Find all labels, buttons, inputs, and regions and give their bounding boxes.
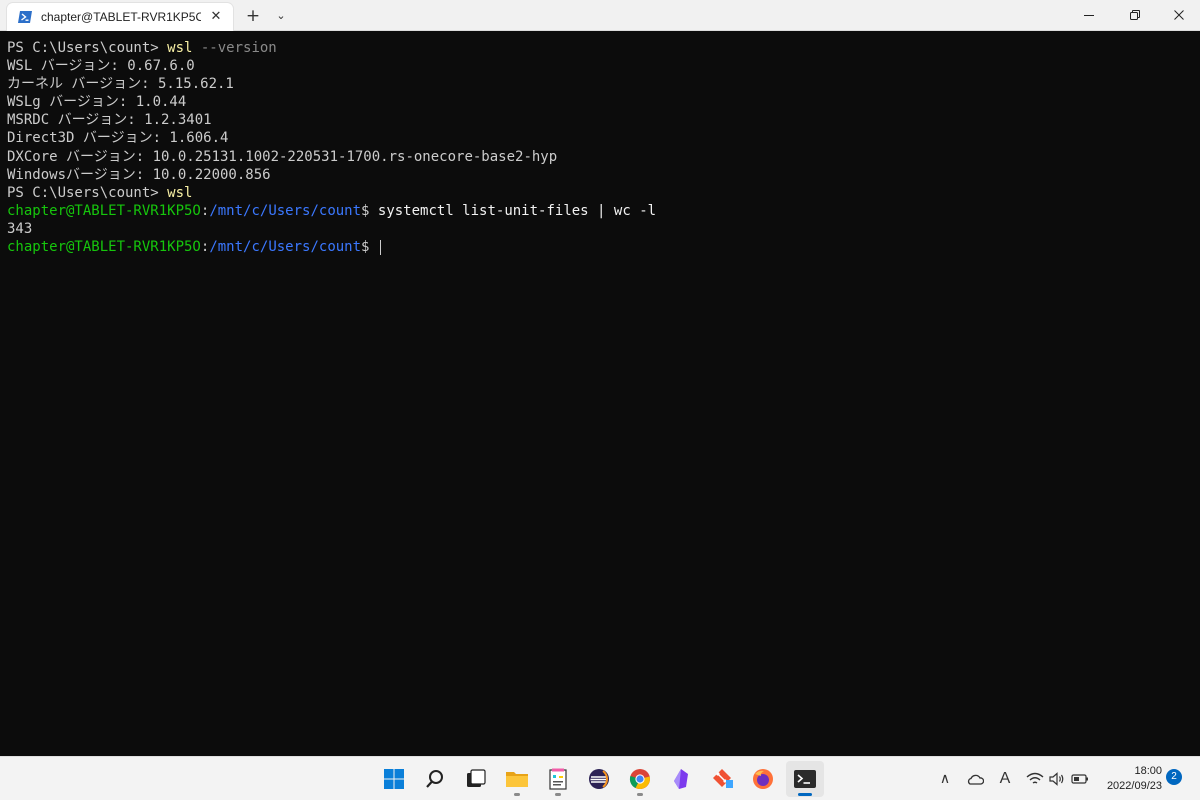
- taskbar-app-chrome[interactable]: [621, 761, 659, 797]
- clock[interactable]: 18:00 2022/09/23: [1096, 764, 1162, 794]
- taskbar-app-git[interactable]: [703, 761, 741, 797]
- cloud-icon: [967, 774, 984, 785]
- terminal-line: chapter@TABLET-RVR1KP5O:/mnt/c/Users/cou…: [7, 202, 656, 220]
- terminal-line: chapter@TABLET-RVR1KP5O:/mnt/c/Users/cou…: [7, 238, 656, 256]
- terminal-line: PS C:\Users\count> wsl --version: [7, 39, 656, 57]
- command-input[interactable]: [369, 239, 377, 255]
- taskbar-app-obsidian[interactable]: [662, 761, 700, 797]
- running-indicator: [555, 793, 561, 796]
- firefox-icon: [753, 769, 773, 789]
- taskbar-app-file-explorer[interactable]: [498, 761, 536, 797]
- start-button[interactable]: [375, 761, 413, 797]
- show-hidden-icons-button[interactable]: ∧: [934, 768, 956, 790]
- minimize-icon: [1084, 15, 1094, 16]
- command: wsl: [167, 184, 193, 201]
- wifi-icon-glyph: [1026, 772, 1044, 784]
- command: systemctl list-unit-files | wc -l: [369, 202, 657, 219]
- search-icon: [426, 770, 443, 788]
- terminal-icon: [794, 770, 816, 788]
- notepad-icon: [549, 768, 567, 790]
- git-icon: [713, 769, 733, 788]
- volume-icon[interactable]: [1046, 768, 1068, 790]
- clock-date: 2022/09/23: [1106, 780, 1162, 792]
- onedrive-icon[interactable]: [964, 768, 986, 790]
- terminal-line: MSRDC バージョン: 1.2.3401: [7, 112, 212, 129]
- search-button[interactable]: [416, 761, 454, 797]
- taskbar: ∧ A 18:00 2022/09/23 2: [0, 756, 1200, 800]
- speaker-icon: [1049, 772, 1064, 786]
- clock-time: 18:00: [1134, 765, 1162, 777]
- terminal-line: WSLg バージョン: 1.0.44: [7, 94, 187, 111]
- close-icon: [1174, 10, 1184, 20]
- terminal-line: Direct3D バージョン: 1.606.4: [7, 130, 229, 147]
- ps-prompt: PS C:\Users\count>: [7, 184, 168, 201]
- command: wsl: [167, 40, 193, 56]
- text-cursor: [379, 239, 381, 255]
- minimize-button[interactable]: [1066, 0, 1112, 30]
- taskbar-app-notepad[interactable]: [539, 761, 577, 797]
- taskbar-app-eclipse[interactable]: [580, 761, 618, 797]
- obsidian-icon: [674, 769, 688, 789]
- task-view-button[interactable]: [457, 761, 495, 797]
- ime-indicator[interactable]: A: [994, 768, 1016, 790]
- close-tab-icon[interactable]: ✕: [207, 8, 225, 26]
- close-window-button[interactable]: [1156, 0, 1200, 30]
- shell-path: /mnt/c/Users/count: [209, 202, 362, 219]
- shell-user-host: chapter@TABLET-RVR1KP5O: [7, 239, 201, 256]
- chevron-down-icon[interactable]: ⌄: [270, 3, 292, 29]
- terminal-line: Windowsバージョン: 10.0.22000.856: [7, 166, 271, 183]
- taskbar-app-firefox[interactable]: [744, 761, 782, 797]
- terminal-line: 343: [7, 220, 33, 237]
- chrome-icon: [629, 769, 650, 790]
- terminal-line: DXCore バージョン: 10.0.25131.1002-220531-170…: [7, 148, 558, 165]
- shell-path: /mnt/c/Users/count: [209, 239, 362, 256]
- battery-icon[interactable]: [1069, 768, 1091, 790]
- command-argument: --version: [192, 40, 277, 56]
- wifi-icon[interactable]: [1024, 768, 1046, 790]
- shell-user-host: chapter@TABLET-RVR1KP5O: [7, 202, 201, 219]
- eclipse-icon: [589, 769, 609, 789]
- file-explorer-icon: [506, 772, 528, 787]
- start-icon: [384, 769, 404, 789]
- restore-icon: [1130, 10, 1140, 20]
- title-bar: chapter@TABLET-RVR1KP5O: / ✕ + ⌄: [0, 0, 1200, 31]
- terminal-line: WSL バージョン: 0.67.6.0: [7, 58, 195, 75]
- running-indicator: [514, 793, 520, 796]
- taskbar-app-terminal[interactable]: [786, 761, 824, 797]
- running-indicator: [637, 793, 643, 796]
- battery-icon-glyph: [1071, 774, 1088, 784]
- terminal-line: PS C:\Users\count> wsl: [7, 184, 656, 202]
- tab-terminal[interactable]: chapter@TABLET-RVR1KP5O: / ✕: [7, 3, 233, 31]
- restore-button[interactable]: [1112, 0, 1158, 30]
- terminal-output[interactable]: PS C:\Users\count> wsl --version WSL バージ…: [0, 31, 1200, 756]
- notification-badge[interactable]: 2: [1166, 769, 1182, 785]
- running-indicator: [798, 793, 812, 796]
- tab-title: chapter@TABLET-RVR1KP5O: /: [41, 10, 201, 24]
- powershell-icon: [18, 11, 32, 23]
- ps-prompt: PS C:\Users\count>: [7, 40, 168, 56]
- new-tab-button[interactable]: +: [241, 3, 265, 29]
- task-view-icon: [467, 769, 486, 787]
- terminal-line: カーネル バージョン: 5.15.62.1: [7, 76, 234, 93]
